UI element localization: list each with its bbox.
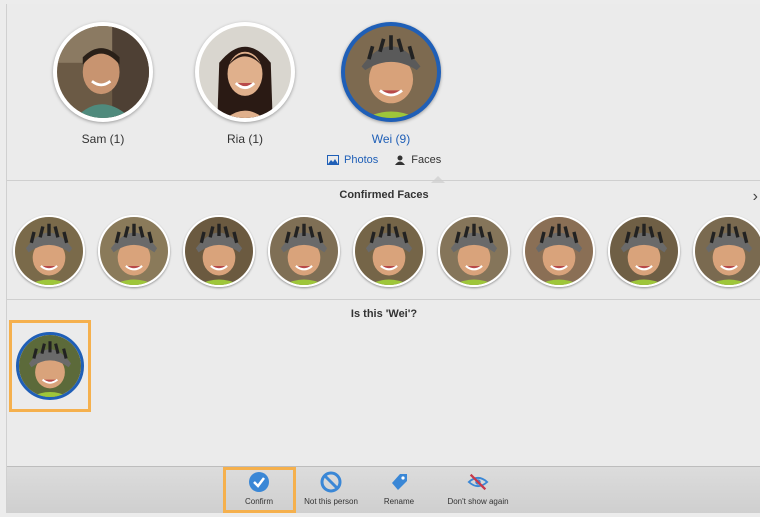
person-name: Sam (1) bbox=[81, 132, 125, 146]
faces-label: Faces bbox=[411, 154, 442, 166]
avatar[interactable] bbox=[341, 22, 441, 122]
chevron-right-icon[interactable]: › bbox=[753, 188, 758, 206]
prohibited-icon bbox=[320, 471, 342, 493]
person-name: Ria (1) bbox=[226, 132, 263, 146]
confirmed-face[interactable] bbox=[438, 215, 510, 287]
photos-tab[interactable]: Photos bbox=[327, 154, 378, 166]
dont-show-again-button[interactable]: Don't show again bbox=[439, 471, 517, 506]
candidate-face[interactable] bbox=[16, 332, 84, 400]
confirmed-face[interactable] bbox=[98, 215, 170, 287]
not-this-person-button[interactable]: Not this person bbox=[297, 471, 365, 506]
people-icon bbox=[395, 155, 406, 165]
confirmed-face[interactable] bbox=[608, 215, 680, 287]
person-wei[interactable]: Wei (9) bbox=[336, 22, 446, 146]
action-toolbar: Confirm Not this person Rename Don't sho… bbox=[7, 466, 760, 513]
photo-icon bbox=[327, 155, 339, 165]
confirmed-face[interactable] bbox=[13, 215, 85, 287]
confirmed-faces-title: Confirmed Faces bbox=[339, 189, 429, 201]
rename-button[interactable]: Rename bbox=[377, 471, 421, 506]
person-photo bbox=[345, 26, 437, 118]
confirmed-face[interactable] bbox=[268, 215, 340, 287]
photos-label: Photos bbox=[344, 154, 379, 166]
person-name: Wei (9) bbox=[371, 132, 411, 146]
candidate-face-selection[interactable] bbox=[9, 320, 91, 412]
divider bbox=[7, 180, 760, 181]
confirmed-face[interactable] bbox=[523, 215, 595, 287]
tag-icon bbox=[388, 471, 410, 493]
question-text: Is this 'Wei'? bbox=[350, 308, 418, 320]
face-image bbox=[185, 217, 253, 285]
avatar[interactable] bbox=[195, 22, 295, 122]
confirmed-face[interactable] bbox=[693, 215, 760, 287]
person-ria[interactable]: Ria (1) bbox=[190, 22, 300, 146]
not-person-label: Not this person bbox=[304, 497, 358, 506]
face-image bbox=[15, 217, 83, 285]
eye-slash-icon bbox=[467, 471, 489, 493]
faces-tab[interactable]: Faces bbox=[394, 154, 441, 166]
face-image bbox=[440, 217, 508, 285]
ria-face-image bbox=[199, 26, 291, 118]
person-photo bbox=[57, 26, 149, 118]
dont-show-label: Don't show again bbox=[447, 497, 509, 506]
confirmed-face[interactable] bbox=[183, 215, 255, 287]
face-image bbox=[19, 335, 81, 397]
avatar[interactable] bbox=[53, 22, 153, 122]
face-image bbox=[525, 217, 593, 285]
face-image bbox=[355, 217, 423, 285]
faces-window: Sam (1) Ria (1) Wei (9) Photos Faces Con… bbox=[6, 4, 760, 513]
divider bbox=[7, 299, 760, 300]
person-sam[interactable]: Sam (1) bbox=[48, 22, 158, 146]
confirm-highlight bbox=[223, 467, 296, 513]
face-image bbox=[100, 217, 168, 285]
rename-label: Rename bbox=[383, 497, 415, 506]
face-image bbox=[270, 217, 338, 285]
face-image bbox=[695, 217, 760, 285]
wei-face-image bbox=[345, 26, 437, 118]
confirmed-face[interactable] bbox=[353, 215, 425, 287]
sam-face-image bbox=[57, 26, 149, 118]
face-image bbox=[610, 217, 678, 285]
person-photo bbox=[199, 26, 291, 118]
view-switch: Photos Faces bbox=[327, 154, 441, 166]
